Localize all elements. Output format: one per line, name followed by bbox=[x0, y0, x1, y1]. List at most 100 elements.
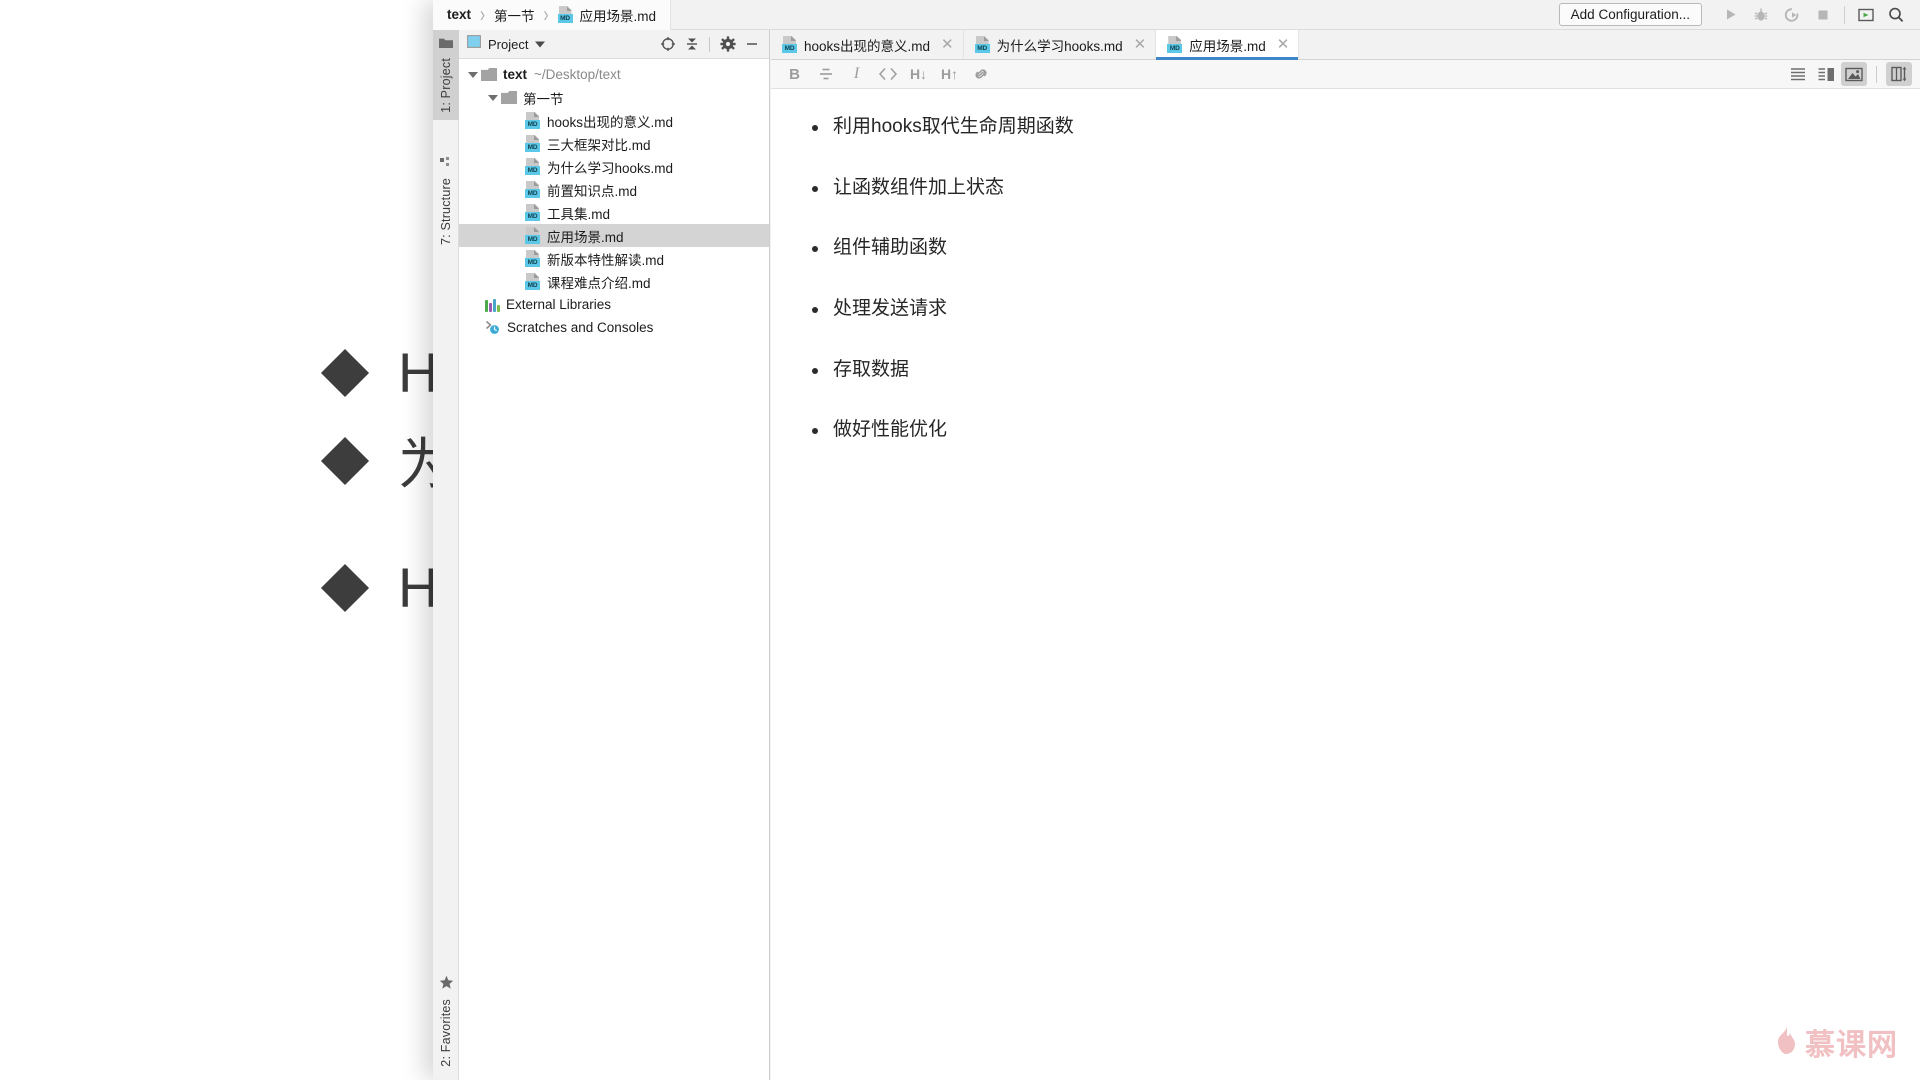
markdown-file-icon: MD bbox=[525, 112, 540, 129]
scratches-icon bbox=[485, 320, 501, 335]
external-libraries-icon bbox=[485, 298, 500, 312]
heading-down-glyph: H↓ bbox=[909, 66, 928, 82]
minimize-button[interactable] bbox=[740, 33, 763, 56]
tree-row[interactable]: MD 三大框架对比.md bbox=[459, 132, 769, 155]
tree-item-label: Scratches and Consoles bbox=[507, 320, 654, 335]
editor-tab[interactable]: MD 为什么学习hooks.md ✕ bbox=[964, 30, 1157, 59]
search-everywhere-button[interactable] bbox=[1882, 2, 1910, 28]
add-configuration-button[interactable]: Add Configuration... bbox=[1558, 3, 1702, 26]
tree-item-label: 为什么学习hooks.md bbox=[547, 160, 674, 176]
view-mode-toggles bbox=[1785, 62, 1912, 86]
markdown-preview: 利用hooks取代生命周期函数 让函数组件加上状态 组件辅助函数 处理发送请求 … bbox=[771, 89, 1920, 1080]
editor-tab-label: hooks出现的意义.md bbox=[804, 38, 931, 54]
editor-tab-bar: MD hooks出现的意义.md ✕ MD 为什么学习hooks.md ✕ MD… bbox=[771, 30, 1920, 60]
project-tree: text ~/Desktop/text 第一节 MD hooks出现的意义.md… bbox=[459, 59, 769, 339]
sidebar-item-favorites[interactable]: 2: Favorites bbox=[433, 968, 459, 1074]
close-icon[interactable]: ✕ bbox=[1134, 37, 1147, 52]
close-icon[interactable]: ✕ bbox=[941, 37, 954, 52]
toolbar-divider bbox=[1876, 65, 1877, 83]
sidebar-item-structure[interactable]: 7: Structure bbox=[433, 150, 459, 252]
show-editor-and-preview-button[interactable] bbox=[1813, 62, 1839, 86]
chevron-down-icon[interactable] bbox=[465, 71, 481, 78]
run-with-coverage-button[interactable] bbox=[1778, 2, 1806, 28]
project-view-icon bbox=[467, 35, 481, 53]
list-item: 处理发送请求 bbox=[809, 297, 1920, 322]
close-icon[interactable]: ✕ bbox=[1277, 37, 1290, 52]
show-editor-only-button[interactable] bbox=[1785, 62, 1811, 86]
structure-icon bbox=[439, 157, 453, 172]
watermark-text: 慕课网 bbox=[1805, 1029, 1898, 1062]
markdown-file-icon: MD bbox=[525, 181, 540, 198]
tree-row[interactable]: Scratches and Consoles bbox=[459, 316, 769, 339]
left-tool-strip: 1: Project 7: Structure 2: Favorites bbox=[433, 30, 459, 1080]
breadcrumb-separator: › bbox=[480, 1, 486, 28]
project-panel-title: Project bbox=[488, 36, 529, 52]
tree-row[interactable]: MD hooks出现的意义.md bbox=[459, 109, 769, 132]
heading-down-button[interactable]: H↓ bbox=[903, 62, 934, 86]
heading-up-glyph: H↑ bbox=[940, 66, 959, 82]
diamond-bullet-icon bbox=[320, 563, 370, 612]
tree-item-label: 新版本特性解读.md bbox=[547, 252, 665, 268]
tree-row[interactable]: MD 课程难点介绍.md bbox=[459, 270, 769, 293]
chevron-down-icon[interactable] bbox=[535, 35, 546, 53]
tree-item-label: 应用场景.md bbox=[547, 229, 624, 245]
bold-glyph: B bbox=[789, 65, 800, 83]
breadcrumb-item-file[interactable]: MD 应用场景.md bbox=[557, 5, 657, 25]
tree-row[interactable]: 第一节 bbox=[459, 86, 769, 109]
watermark: 慕课网 bbox=[1772, 1020, 1898, 1064]
stop-button[interactable] bbox=[1809, 2, 1837, 28]
collapse-all-button[interactable] bbox=[680, 33, 703, 56]
heading-up-button[interactable]: H↑ bbox=[934, 62, 965, 86]
tree-row[interactable]: MD 为什么学习hooks.md bbox=[459, 155, 769, 178]
run-button[interactable] bbox=[1716, 2, 1744, 28]
tree-item-label: text bbox=[503, 67, 528, 82]
folder-icon bbox=[501, 91, 517, 104]
star-icon bbox=[439, 975, 454, 993]
list-item: 组件辅助函数 bbox=[809, 236, 1920, 261]
project-tool-window: Project text ~/Desktop/text 第一节 MD hooks… bbox=[459, 30, 770, 1080]
preview-list: 利用hooks取代生命周期函数 让函数组件加上状态 组件辅助函数 处理发送请求 … bbox=[809, 115, 1920, 443]
sidebar-item-favorites-label: 2: Favorites bbox=[439, 999, 453, 1067]
diamond-bullet-icon bbox=[320, 436, 370, 485]
bold-button[interactable]: B bbox=[779, 62, 810, 86]
markdown-file-icon: MD bbox=[557, 6, 573, 23]
run-anything-button[interactable] bbox=[1852, 2, 1880, 28]
editor-tab-active[interactable]: MD 应用场景.md ✕ bbox=[1156, 30, 1300, 60]
markdown-file-icon: MD bbox=[525, 204, 540, 221]
tree-row[interactable]: MD 前置知识点.md bbox=[459, 178, 769, 201]
settings-button[interactable] bbox=[716, 33, 739, 56]
markdown-file-icon: MD bbox=[525, 158, 540, 175]
tree-item-label: 三大框架对比.md bbox=[547, 137, 651, 153]
editor-tab[interactable]: MD hooks出现的意义.md ✕ bbox=[771, 30, 964, 59]
tree-row[interactable]: MD 新版本特性解读.md bbox=[459, 247, 769, 270]
tree-row-selected[interactable]: MD 应用场景.md bbox=[459, 224, 769, 247]
add-configuration-label: Add Configuration... bbox=[1570, 7, 1690, 22]
markdown-file-icon: MD bbox=[525, 273, 540, 290]
slide-bullet: H bbox=[320, 340, 438, 405]
breadcrumb-file-label: 应用场景.md bbox=[579, 8, 657, 24]
list-item: 让函数组件加上状态 bbox=[809, 176, 1920, 201]
tree-row[interactable]: External Libraries bbox=[459, 293, 769, 316]
tree-item-path: ~/Desktop/text bbox=[534, 67, 621, 82]
toggle-autoscroll-preview-button[interactable] bbox=[1886, 62, 1912, 86]
sidebar-item-project[interactable]: 1: Project bbox=[433, 30, 459, 120]
show-preview-only-button[interactable] bbox=[1841, 62, 1867, 86]
markdown-toolbar: B I H↓ H↑ bbox=[771, 60, 1920, 89]
strikethrough-button[interactable] bbox=[810, 62, 841, 86]
slide-bullet: H bbox=[320, 555, 438, 620]
tree-row[interactable]: MD 工具集.md bbox=[459, 201, 769, 224]
breadcrumb-item-folder[interactable]: 第一节 bbox=[494, 5, 535, 25]
list-item: 存取数据 bbox=[809, 358, 1920, 383]
breadcrumb-item-project[interactable]: text bbox=[447, 7, 471, 22]
panel-header-divider bbox=[709, 36, 710, 52]
link-button[interactable] bbox=[965, 62, 996, 86]
list-item: 利用hooks取代生命周期函数 bbox=[809, 115, 1920, 140]
editor-area: MD hooks出现的意义.md ✕ MD 为什么学习hooks.md ✕ MD… bbox=[771, 30, 1920, 1080]
italic-button[interactable]: I bbox=[841, 62, 872, 86]
folder-icon bbox=[439, 37, 453, 52]
tree-row[interactable]: text ~/Desktop/text bbox=[459, 63, 769, 86]
debug-button[interactable] bbox=[1747, 2, 1775, 28]
select-opened-file-button[interactable] bbox=[656, 33, 679, 56]
code-button[interactable] bbox=[872, 62, 903, 86]
chevron-down-icon[interactable] bbox=[485, 94, 501, 101]
